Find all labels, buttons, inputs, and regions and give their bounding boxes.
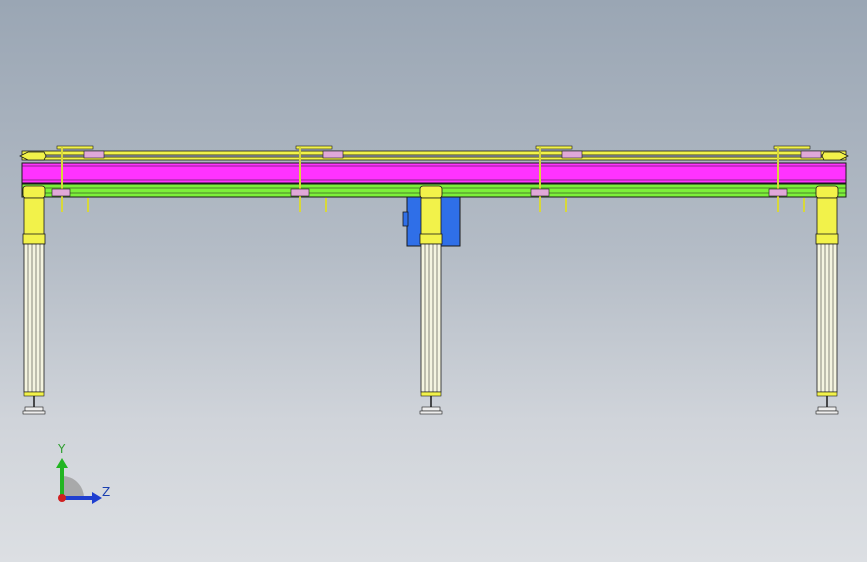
triad-quadrant xyxy=(62,476,84,498)
leg-left xyxy=(22,185,46,415)
triad-graphic xyxy=(56,458,102,504)
x-axis-dot xyxy=(58,494,66,502)
main-beam xyxy=(21,162,847,184)
z-axis-label: Z xyxy=(102,485,111,499)
leg-right xyxy=(815,185,839,415)
coordinate-triad: Y Z xyxy=(40,440,130,520)
conveyor-model[interactable] xyxy=(0,0,867,562)
top-rail-lower xyxy=(21,156,847,161)
top-rail xyxy=(21,150,847,156)
leg-center xyxy=(419,185,443,415)
y-axis-label: Y xyxy=(58,442,66,456)
graphics-viewport[interactable]: Y Z xyxy=(0,0,867,562)
top-rail-assembly xyxy=(19,150,849,161)
